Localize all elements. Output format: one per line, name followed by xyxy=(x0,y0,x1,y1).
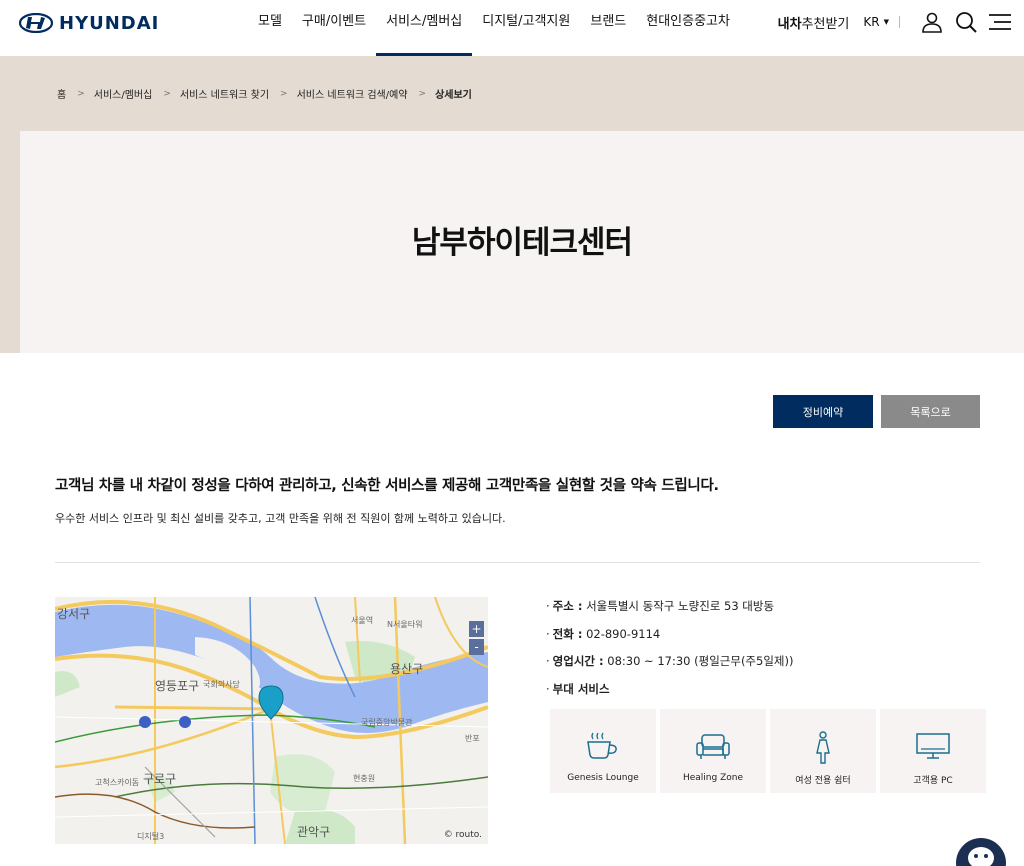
sofa-icon xyxy=(660,731,766,761)
breadcrumb-search[interactable]: 서비스 네트워크 검색/예약 xyxy=(297,86,408,101)
chatbot-face-icon xyxy=(968,847,994,866)
global-header: HYUNDAI 모델 구매/이벤트 서비스/멤버십 디지털/고객지원 브랜드 현… xyxy=(0,0,1024,56)
user-icon[interactable] xyxy=(920,10,944,34)
monitor-icon xyxy=(880,731,986,761)
search-icon[interactable] xyxy=(954,10,978,34)
phone-row: · 전화 : 02-890-9114 xyxy=(546,626,793,654)
map-label: 영등포구 xyxy=(155,679,200,693)
nav-item-digital[interactable]: 디지털/고객지원 xyxy=(472,0,580,56)
menu-icon[interactable] xyxy=(988,10,1012,34)
title-box: 남부하이테크센터 xyxy=(20,131,1024,353)
map-label: 구로구 xyxy=(143,772,177,786)
bullet: · xyxy=(546,599,550,613)
facilities-label: 부대 서비스 xyxy=(552,681,610,696)
car-recommend-rest: 추천받기 xyxy=(801,16,850,32)
hyundai-emblem-icon xyxy=(19,13,53,33)
map-canvas xyxy=(55,597,488,844)
page-title: 남부하이테크센터 xyxy=(411,225,633,261)
chevron-right-icon: > xyxy=(77,88,85,99)
chevron-right-icon: > xyxy=(163,88,171,99)
map-label: 고척스카이돔 xyxy=(95,778,140,787)
facility-label: 고객용 PC xyxy=(913,776,953,786)
map-label: 강서구 xyxy=(57,607,91,621)
facility-women-lounge: 여성 전용 쉼터 xyxy=(770,709,876,793)
breadcrumb-home[interactable]: 홈 xyxy=(57,86,66,101)
map-zoom-in-button[interactable]: + xyxy=(469,621,484,637)
phone-value[interactable]: 02-890-9114 xyxy=(586,627,660,641)
nav-item-model[interactable]: 모델 xyxy=(248,0,292,56)
woman-icon xyxy=(770,731,876,764)
map-label: 용산구 xyxy=(390,662,424,676)
hours-value: 08:30 ~ 17:30 (평일근무(주5일제)) xyxy=(607,654,794,668)
phone-label: 전화 : xyxy=(552,626,583,641)
hours-row: · 영업시간 : 08:30 ~ 17:30 (평일근무(주5일제)) xyxy=(546,653,793,681)
bullet: · xyxy=(546,626,550,641)
address-value: 서울특별시 동작구 노량진로 53 대방동 xyxy=(586,599,775,613)
address-label: 주소 : xyxy=(552,599,583,613)
address-row: · 주소 : 서울특별시 동작구 노량진로 53 대방동 xyxy=(546,598,793,626)
list-button[interactable]: 목록으로 xyxy=(881,395,980,428)
caret-down-icon: ▼ xyxy=(883,18,889,26)
facility-label: Genesis Lounge xyxy=(567,773,639,783)
divider xyxy=(55,562,980,563)
map-label: 현충원 xyxy=(353,774,376,783)
facility-genesis-lounge: Genesis Lounge xyxy=(550,709,656,793)
facilities-row: · 부대 서비스 xyxy=(546,681,793,709)
map-label: 국립중앙박물관 xyxy=(361,718,413,727)
map-label: 반포 xyxy=(465,734,480,743)
nav-item-purchase[interactable]: 구매/이벤트 xyxy=(292,0,376,56)
map-credit: © routo. xyxy=(443,830,482,840)
reserve-button[interactable]: 정비예약 xyxy=(773,395,873,428)
map-label: N서울타워 xyxy=(387,620,423,629)
chevron-right-icon: > xyxy=(418,88,427,99)
breadcrumb: 홈 > 서비스/멤버십 > 서비스 네트워크 찾기 > 서비스 네트워크 검색/… xyxy=(57,86,472,102)
chatbot-button[interactable] xyxy=(956,838,1006,866)
breadcrumb-network[interactable]: 서비스 네트워크 찾기 xyxy=(180,86,269,101)
util-divider xyxy=(899,16,900,28)
hours-label: 영업시간 : xyxy=(552,654,604,668)
language-select[interactable]: KR ▼ xyxy=(863,15,889,29)
nav-item-service[interactable]: 서비스/멤버십 xyxy=(376,0,473,56)
nav-item-used-car[interactable]: 현대인증중고차 xyxy=(636,0,740,56)
map-label: 디지털3 xyxy=(137,832,165,841)
coffee-cup-icon xyxy=(550,731,656,761)
map-label: 관악구 xyxy=(297,825,331,839)
hero-section: 홈 > 서비스/멤버십 > 서비스 네트워크 찾기 > 서비스 네트워크 검색/… xyxy=(0,56,1024,353)
logo-text: HYUNDAI xyxy=(59,12,160,34)
center-info: · 주소 : 서울특별시 동작구 노량진로 53 대방동 · 전화 : 02-890… xyxy=(546,598,793,708)
nav-item-brand[interactable]: 브랜드 xyxy=(580,0,636,56)
intro-title: 고객님 차를 내 차같이 정성을 다하여 관리하고, 신속한 서비스를 제공해 … xyxy=(55,478,719,494)
hyundai-logo[interactable]: HYUNDAI xyxy=(19,12,159,34)
chevron-right-icon: > xyxy=(280,88,288,99)
utility-menu: 내차추천받기 KR ▼ xyxy=(778,0,1012,44)
car-recommend-bold: 내차 xyxy=(777,16,802,32)
main-nav: 모델 구매/이벤트 서비스/멤버십 디지털/고객지원 브랜드 현대인증중고차 xyxy=(248,0,740,56)
breadcrumb-current: 상세보기 xyxy=(435,90,472,101)
map-zoom-out-button[interactable]: - xyxy=(469,639,484,655)
facility-healing-zone: Healing Zone xyxy=(660,709,766,793)
bullet: · xyxy=(546,654,550,668)
facility-list: Genesis Lounge Healing Zone 여성 전용 쉼터 고객용… xyxy=(550,709,986,793)
breadcrumb-service[interactable]: 서비스/멤버십 xyxy=(94,86,153,101)
facility-label: Healing Zone xyxy=(682,773,743,783)
location-map[interactable]: 강서구 영등포구 국회의사당 용산구 서울역 N서울타워 구로구 고척스카이돔 … xyxy=(55,597,488,844)
bullet: · xyxy=(546,681,550,696)
facility-label: 여성 전용 쉼터 xyxy=(795,776,851,786)
map-label: 국회의사당 xyxy=(203,680,240,689)
language-value: KR xyxy=(863,15,880,29)
car-recommend-link[interactable]: 내차추천받기 xyxy=(778,13,850,32)
facility-customer-pc: 고객용 PC xyxy=(880,709,986,793)
map-label: 서울역 xyxy=(351,616,374,625)
intro-subtitle: 우수한 서비스 인프라 및 최신 설비를 갖추고, 고객 만족을 위해 전 직원… xyxy=(55,512,506,525)
